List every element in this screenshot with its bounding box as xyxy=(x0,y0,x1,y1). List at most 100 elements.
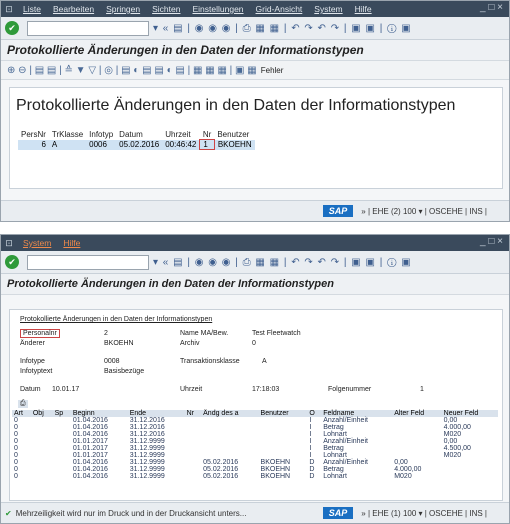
table-cell: I xyxy=(309,417,312,424)
table-cell: 0 xyxy=(14,473,18,480)
aenderer-label: Änderer xyxy=(20,340,45,347)
table-cell: 31.12.2016 xyxy=(129,424,165,431)
table-cell: 31.12.2016 xyxy=(129,431,165,438)
col-datum[interactable]: Datum xyxy=(116,130,162,140)
uhrzeit-label: Uhrzeit xyxy=(180,386,203,393)
menu-grid-ansicht[interactable]: Grid-Ansicht xyxy=(250,4,309,14)
col-neuer[interactable]: Neuer Feld xyxy=(441,410,498,417)
detail-area: Protokollierte Änderungen in den Daten d… xyxy=(9,309,503,501)
menu-sichten[interactable]: Sichten xyxy=(146,4,186,14)
cell-nr: 1 xyxy=(199,139,215,150)
table-cell xyxy=(53,452,71,459)
table-row[interactable]: 0 01.04.2016 31.12.2016 I Lohnart M020 xyxy=(12,431,498,438)
table-cell: 0 xyxy=(14,452,18,459)
table-row[interactable]: 0 01.04.2016 31.12.9999 05.02.2016 BKOEHN D Be… xyxy=(12,466,498,473)
window-controls[interactable]: _ □ × xyxy=(480,2,503,13)
system-info[interactable]: » | EHE (1) 100 ▾ | OSCEHE | INS | xyxy=(361,509,487,518)
menu-liste[interactable]: Liste xyxy=(17,4,47,14)
table-row[interactable]: 0 01.01.2017 31.12.9999 I Betrag 4.500,00 xyxy=(12,445,498,452)
application-toolbar: ⊕ ⊖ | ▤ ▤ | ≙ ▼ ▽ | ◎ | ▤ ◐ ▤ ▤ ◐ ▤ | ▦ … xyxy=(1,61,509,80)
system-toolbar-icons[interactable]: ▾ « ▤ | ◉ ◉ ◉ | ⎙ ▦ ▦ | ↶ ↷ ↶ ↷ | ▣ ▣ | … xyxy=(153,23,412,34)
table-cell xyxy=(185,445,202,452)
col-benutzer[interactable]: Benutzer xyxy=(258,410,308,417)
sap-menu-icon[interactable]: ⊡ xyxy=(1,238,17,249)
col-alter[interactable]: Alter Feld xyxy=(392,410,442,417)
cell-persnr: 6 xyxy=(18,139,49,150)
datum-value: 10.01.17 xyxy=(52,386,80,393)
table-cell xyxy=(31,417,53,424)
menu-system[interactable]: System xyxy=(17,238,57,248)
col-trklasse[interactable]: TrKlasse xyxy=(49,130,86,140)
table-cell: M020 xyxy=(443,431,462,438)
menu-bar: ⊡ System Hilfe _ □ × xyxy=(1,235,509,251)
col-nr[interactable]: Nr xyxy=(200,130,214,140)
table-cell: 01.04.2016 xyxy=(72,473,108,480)
table-cell: 31.12.9999 xyxy=(129,466,165,473)
col-art[interactable]: Art xyxy=(12,410,31,417)
infotyptext-label: Infotyptext xyxy=(20,368,53,375)
system-toolbar-icons[interactable]: ▾ « ▤ | ◉ ◉ ◉ | ⎙ ▦ ▦ | ↶ ↷ ↶ ↷ | ▣ ▣ | … xyxy=(153,257,412,268)
menu-bearbeiten[interactable]: Bearbeiten xyxy=(47,4,100,14)
table-cell xyxy=(53,459,71,466)
table-row[interactable]: 0 01.01.2017 31.12.9999 I Anzahl/Einheit 0,00 xyxy=(12,438,498,445)
table-row[interactable]: 0 01.04.2016 31.12.2016 I Anzahl/Einheit 0,00 xyxy=(12,417,498,424)
sap-logo: SAP xyxy=(322,507,354,519)
table-cell xyxy=(392,445,441,452)
table-cell: I xyxy=(309,445,312,452)
menu-springen[interactable]: Springen xyxy=(100,4,146,14)
command-field[interactable] xyxy=(27,20,149,36)
menu-hilfe[interactable]: Hilfe xyxy=(349,4,378,14)
table-cell: Betrag xyxy=(323,466,344,473)
table-cell: 31.12.9999 xyxy=(129,459,165,466)
sap-menu-icon[interactable]: ⊡ xyxy=(1,4,17,15)
col-obj[interactable]: Obj xyxy=(30,410,53,417)
table-cell xyxy=(31,473,53,480)
col-uhrzeit[interactable]: Uhrzeit xyxy=(162,130,200,140)
command-field[interactable] xyxy=(27,254,149,270)
table-cell xyxy=(201,431,258,438)
table-cell: I xyxy=(309,424,312,431)
menu-bar: ⊡ Liste Bearbeiten Springen Sichten Eins… xyxy=(1,1,509,17)
system-info[interactable]: » | EHE (2) 100 ▾ | OSCEHE | INS | xyxy=(361,207,487,216)
print-icon[interactable]: ⎙ xyxy=(18,400,28,408)
enter-button[interactable]: ✔ xyxy=(5,21,19,35)
table-cell: 4.000,00 xyxy=(394,466,422,473)
table-cell xyxy=(201,445,258,452)
col-nr[interactable]: Nr xyxy=(184,410,202,417)
table-cell xyxy=(185,431,202,438)
sap-logo: SAP xyxy=(322,205,354,217)
menu-hilfe[interactable]: Hilfe xyxy=(57,238,86,248)
col-aendg[interactable]: Ändg des a xyxy=(201,410,259,417)
menu-system[interactable]: System xyxy=(308,4,348,14)
col-persnr[interactable]: PersNr xyxy=(18,130,49,140)
table-row[interactable]: 6 A 0006 05.02.2016 00:46:42 1 BKOEHN xyxy=(18,139,255,150)
table-row[interactable]: 0 01.01.2017 31.12.9999 I Lohnart M020 xyxy=(12,452,498,459)
table-cell xyxy=(53,466,71,473)
app-toolbar-icons[interactable]: ⊕ ⊖ | ▤ ▤ | ≙ ▼ ▽ | ◎ | ▤ ◐ ▤ ▤ ◐ ▤ | ▦ … xyxy=(7,65,257,76)
window-controls[interactable]: _ □ × xyxy=(480,236,503,247)
col-infotyp[interactable]: Infotyp xyxy=(86,130,116,140)
table-cell: 4.000,00 xyxy=(443,424,471,431)
col-ende[interactable]: Ende xyxy=(127,410,185,417)
table-cell: M020 xyxy=(443,452,462,459)
table-header-row: Art Obj Sp Beginn Ende Nr Ändg des a Ben… xyxy=(12,410,498,417)
table-cell: 01.04.2016 xyxy=(72,417,108,424)
table-cell: 01.04.2016 xyxy=(72,424,108,431)
col-beginn[interactable]: Beginn xyxy=(70,410,128,417)
menu-einstellungen[interactable]: Einstellungen xyxy=(186,4,249,14)
enter-button[interactable]: ✔ xyxy=(5,255,19,269)
table-cell xyxy=(53,417,71,424)
fehler-button[interactable]: Fehler xyxy=(261,66,284,75)
col-benutzer[interactable]: Benutzer xyxy=(214,130,254,140)
table-cell: 01.01.2017 xyxy=(72,445,108,452)
table-cell: Anzahl/Einheit xyxy=(323,459,368,466)
col-feldname[interactable]: Feldname xyxy=(321,410,393,417)
col-o[interactable]: O xyxy=(307,410,322,417)
table-cell xyxy=(259,424,308,431)
table-cell: I xyxy=(309,452,312,459)
table-cell xyxy=(201,424,258,431)
table-row[interactable]: 0 01.04.2016 31.12.9999 05.02.2016 BKOEHN D An… xyxy=(12,459,498,466)
col-sp[interactable]: Sp xyxy=(52,410,71,417)
table-row[interactable]: 0 01.04.2016 31.12.9999 05.02.2016 BKOEHN D Lo… xyxy=(12,473,498,480)
table-row[interactable]: 0 01.04.2016 31.12.2016 I Betrag 4.000,00 xyxy=(12,424,498,431)
